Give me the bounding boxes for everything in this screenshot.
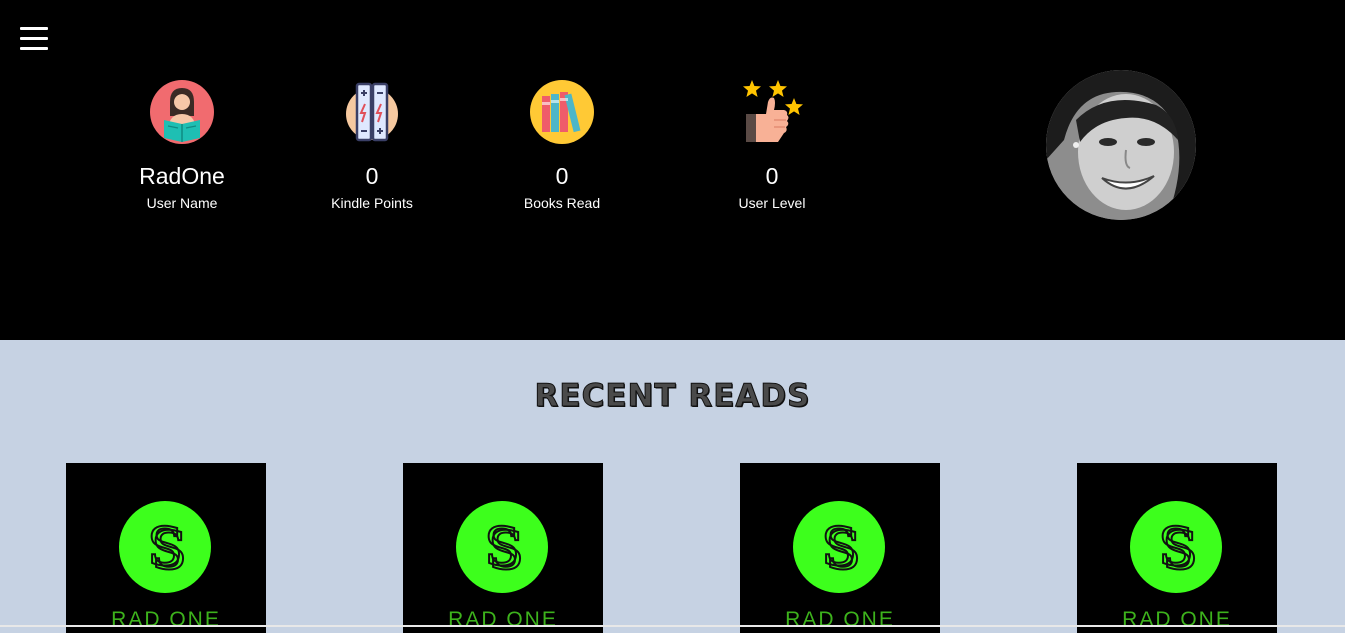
stat-kindle-points: 0 Kindle Points [292,80,452,211]
book-logo-icon: S S [793,501,885,593]
book-logo-icon: S S [456,501,548,593]
book-brand-label: RAD ONE [1122,608,1232,631]
user-name-label: User Name [146,195,218,211]
book-card[interactable]: S S RAD ONE [1077,463,1277,633]
book-brand-label: RAD ONE [785,608,895,631]
profile-photo[interactable] [1046,70,1196,220]
book-logo-icon: S S [119,501,211,593]
stat-user-level: 0 User Level [692,80,852,211]
svg-text:S: S [151,522,187,582]
hamburger-menu-icon[interactable] [20,25,48,53]
book-brand-label: RAD ONE [111,608,221,631]
book-card[interactable]: S S RAD ONE [66,463,266,633]
stat-user-name: RadOne User Name [102,80,262,211]
stat-books-read: 0 Books Read [482,80,642,211]
battery-icon [346,82,398,142]
reader-icon [150,80,214,144]
profile-header: RadOne User Name 0 Kindle Points 0 Books… [0,0,1345,340]
profile-photo-image [1046,70,1196,220]
books-icon [530,80,594,144]
user-level-label: User Level [738,195,806,211]
kindle-points-value: 0 [365,163,379,189]
books-read-value: 0 [555,163,569,189]
recent-reads-heading: RECENT READS [534,378,811,415]
user-level-value: 0 [765,163,779,189]
user-name-value: RadOne [139,163,225,189]
book-card[interactable]: S S RAD ONE [403,463,603,633]
svg-text:S: S [1162,522,1198,582]
svg-text:S: S [488,522,524,582]
book-logo-icon: S S [1130,501,1222,593]
svg-text:S: S [825,522,861,582]
thumbs-up-stars-icon [743,80,803,142]
books-read-label: Books Read [523,195,601,211]
book-brand-label: RAD ONE [448,608,558,631]
kindle-points-label: Kindle Points [331,195,413,211]
book-card[interactable]: S S RAD ONE [740,463,940,633]
